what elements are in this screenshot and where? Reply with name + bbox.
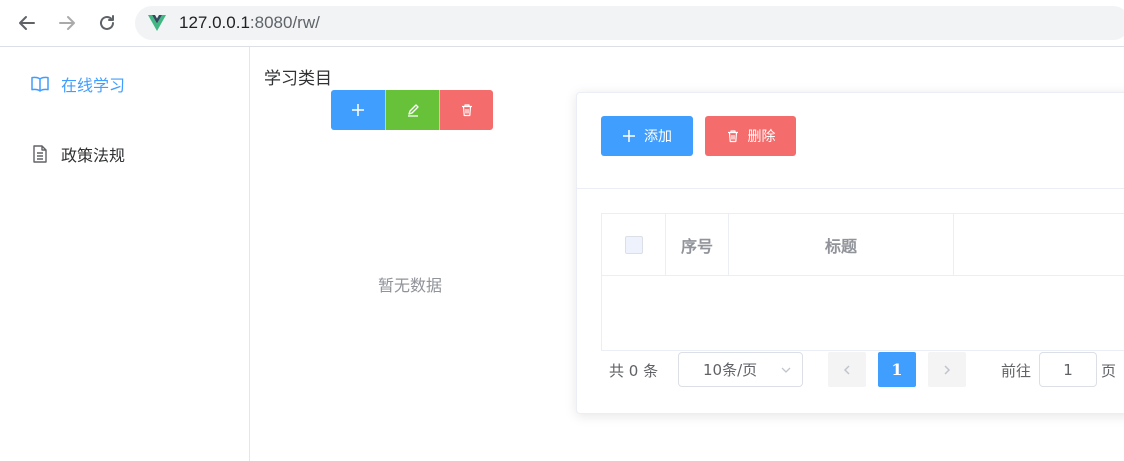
next-page-button[interactable]	[928, 352, 966, 387]
column-header-index[interactable]: 序号	[666, 214, 729, 276]
goto-label: 前往	[1001, 362, 1032, 380]
category-button-group	[331, 90, 493, 130]
goto-page-input[interactable]: 1	[1039, 352, 1097, 387]
trash-icon	[461, 104, 472, 117]
url-text: 127.0.0.1:8080/rw/	[179, 13, 320, 32]
chevron-down-icon	[781, 367, 791, 373]
page-suffix: 页	[1101, 362, 1117, 380]
column-header-title[interactable]: 标题	[729, 214, 954, 276]
add-button[interactable]: 添加	[601, 116, 693, 156]
plus-icon	[623, 130, 635, 142]
content-card: 添加 删除 序号 标题 共 0 条 10条/页 1 前往 1 页	[576, 92, 1124, 414]
address-bar[interactable]: 127.0.0.1:8080/rw/	[135, 6, 1124, 40]
data-table: 序号 标题	[601, 213, 1124, 351]
column-header-empty	[954, 214, 1124, 276]
category-title: 学习类目	[264, 69, 332, 89]
pagination-total: 共 0 条	[609, 362, 659, 380]
pagination: 共 0 条 10条/页 1 前往 1 页	[577, 352, 1124, 388]
book-icon	[31, 76, 49, 92]
sidebar: 在线学习 政策法规	[0, 47, 250, 461]
sidebar-item-label: 政策法规	[61, 146, 126, 165]
reload-icon	[100, 15, 114, 30]
sidebar-item-online-learning[interactable]: 在线学习	[30, 72, 125, 96]
category-empty-text: 暂无数据	[378, 276, 443, 295]
chevron-right-icon	[944, 364, 951, 375]
delete-button[interactable]: 删除	[705, 116, 796, 156]
back-button[interactable]	[12, 8, 42, 38]
sidebar-item-policy[interactable]: 政策法规	[30, 142, 125, 166]
sidebar-item-label: 在线学习	[61, 76, 126, 95]
page-size-value: 10条/页	[703, 361, 758, 379]
category-edit-button[interactable]	[385, 90, 439, 130]
table-header: 序号 标题	[602, 214, 1124, 276]
forward-button[interactable]	[52, 8, 82, 38]
arrow-right-icon	[59, 16, 75, 30]
select-all-cell	[602, 214, 666, 276]
delete-button-label: 删除	[747, 129, 776, 145]
page-size-select[interactable]: 10条/页	[678, 352, 803, 387]
select-all-checkbox[interactable]	[624, 236, 643, 254]
plus-icon	[352, 104, 364, 116]
reload-button[interactable]	[92, 8, 122, 38]
category-add-button[interactable]	[331, 90, 385, 130]
document-icon	[33, 145, 47, 163]
category-delete-button[interactable]	[439, 90, 493, 130]
add-button-label: 添加	[644, 129, 672, 145]
trash-icon	[727, 130, 738, 143]
prev-page-button[interactable]	[828, 352, 866, 387]
vue-logo-icon	[148, 15, 166, 31]
edit-icon	[407, 104, 419, 117]
table-body	[602, 276, 1124, 350]
browser-toolbar: 127.0.0.1:8080/rw/	[0, 0, 1124, 47]
chevron-left-icon	[843, 364, 850, 375]
page-number-current[interactable]: 1	[878, 352, 916, 387]
arrow-left-icon	[19, 16, 35, 30]
card-toolbar: 添加 删除	[577, 93, 1124, 189]
